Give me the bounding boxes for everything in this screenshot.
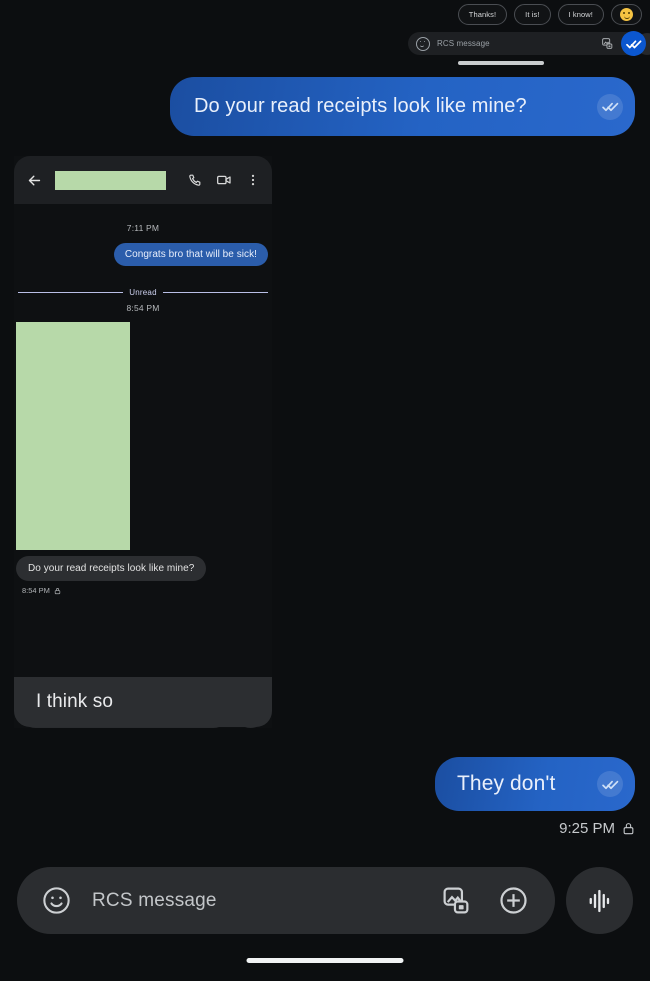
message-text: They don't — [457, 772, 556, 795]
video-camera-icon[interactable] — [216, 172, 232, 188]
outgoing-message-bubble-reply[interactable]: They don't — [435, 757, 635, 811]
suggestion-chip-it-is[interactable]: It is! — [514, 4, 551, 25]
voice-waveform-icon — [589, 889, 609, 912]
gallery-media-icon[interactable] — [601, 37, 614, 50]
message-timestamp: 9:25 PM — [559, 820, 615, 837]
embedded-screenshot-attachment[interactable]: 7:11 PM Congrats bro that will be sick! … — [14, 156, 272, 728]
voice-record-button[interactable] — [566, 867, 633, 934]
inner-conversation-header — [14, 156, 272, 204]
chip-label: Thanks! — [468, 10, 497, 19]
suggestion-chip-emoji[interactable] — [611, 4, 642, 25]
inner-attachment-row — [14, 322, 272, 550]
inner-thread: 7:11 PM Congrats bro that will be sick! … — [14, 204, 272, 728]
chip-label: It is! — [525, 10, 540, 19]
double-check-send-icon — [625, 39, 641, 48]
unread-line-left — [18, 292, 124, 293]
bottom-composer: RCS message — [17, 867, 633, 934]
lock-icon — [622, 821, 635, 836]
gallery-media-icon[interactable] — [441, 885, 472, 916]
inner-outgoing-bubble[interactable]: Congrats bro that will be sick! — [113, 243, 268, 266]
top-send-read-receipt-button[interactable] — [621, 31, 646, 56]
top-home-gesture-bar — [458, 61, 544, 65]
outgoing-message-bubble-question[interactable]: Do your read receipts look like mine? — [170, 77, 635, 136]
top-composer-placeholder: RCS message — [437, 39, 490, 48]
redacted-image-attachment[interactable] — [16, 322, 130, 550]
inner-incoming-timestamp-row: 8:54 PM — [22, 586, 272, 595]
message-text: Do your read receipts look like mine? — [194, 95, 527, 117]
home-gesture-bar — [246, 958, 404, 963]
inner-incoming-timestamp: 8:54 PM — [22, 586, 50, 595]
unread-line-right — [162, 292, 269, 293]
plus-circle-icon[interactable] — [498, 885, 529, 916]
suggestion-chip-i-know[interactable]: I know! — [557, 4, 604, 25]
smiling-face-emoji-icon — [620, 8, 633, 21]
emoji-smiley-icon[interactable] — [41, 885, 72, 916]
lock-icon — [54, 587, 61, 595]
bottom-composer-placeholder: RCS message — [92, 889, 217, 911]
inner-timestamp-second: 8:54 PM — [126, 303, 160, 313]
double-check-read-receipt-icon — [597, 771, 623, 797]
bottom-composer-field[interactable]: RCS message — [17, 867, 555, 934]
inner-message-row-outgoing: Congrats bro that will be sick! — [14, 243, 272, 266]
suggestion-chip-thanks[interactable]: Thanks! — [457, 4, 508, 25]
phone-call-icon[interactable] — [187, 173, 202, 188]
unread-divider: Unread — [14, 288, 272, 297]
top-partial-screenshot: Thanks! It is! I know! RCS message — [398, 0, 650, 66]
inner-message-row-incoming: Do your read receipts look like mine? — [14, 556, 272, 581]
top-composer-field[interactable]: RCS message — [408, 32, 644, 55]
inner-incoming-bubble[interactable]: Do your read receipts look like mine? — [16, 556, 207, 581]
inner-timestamp-first: 7:11 PM — [126, 223, 160, 233]
overlay-message-bubble[interactable]: I think so — [14, 677, 272, 727]
three-dot-menu-icon[interactable] — [246, 172, 260, 188]
overlay-message-text: I think so — [36, 691, 114, 712]
suggestion-chip-row: Thanks! It is! I know! — [457, 4, 642, 25]
chip-label: I know! — [568, 10, 593, 19]
double-check-read-receipt-icon — [597, 93, 623, 120]
back-arrow-icon[interactable] — [26, 172, 43, 189]
message-timestamp-row: 9:25 PM — [559, 820, 635, 837]
redacted-contact-name — [55, 170, 166, 190]
emoji-smiley-icon[interactable] — [416, 36, 430, 51]
unread-label: Unread — [129, 288, 157, 297]
